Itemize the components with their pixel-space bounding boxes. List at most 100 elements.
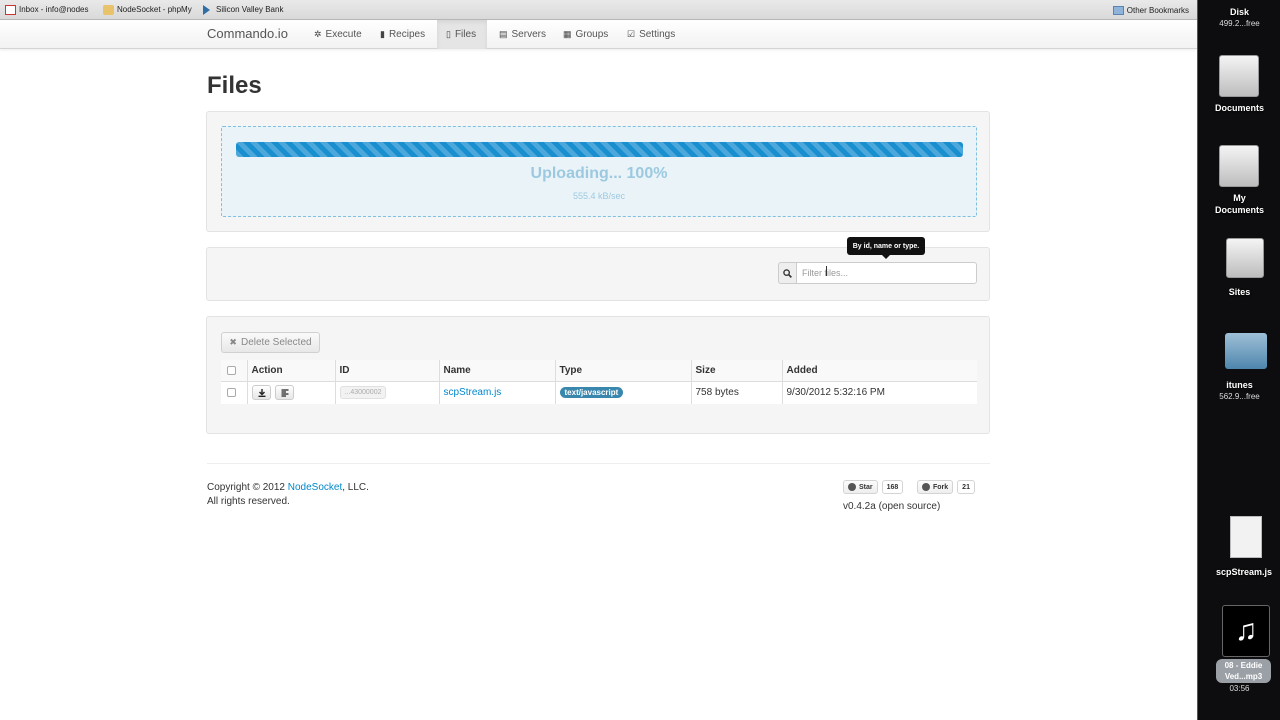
nav-settings[interactable]: ☑ Settings bbox=[618, 20, 684, 49]
file-id-badge: ...43000002 bbox=[339, 386, 387, 400]
my-documents-icon[interactable] bbox=[1219, 145, 1259, 187]
disk-label: Disk bbox=[1229, 7, 1249, 17]
column-header-id[interactable]: ID bbox=[335, 360, 440, 382]
phpmyadmin-icon bbox=[103, 4, 114, 15]
mp3-label: 08 - Eddie Ved...mp3 bbox=[1216, 659, 1271, 683]
bookmark-label: Inbox - info@nodes bbox=[19, 5, 89, 14]
bookmark-label: Silicon Valley Bank bbox=[216, 5, 284, 14]
nav-label: Recipes bbox=[388, 29, 426, 40]
grid-icon: ▦ bbox=[563, 29, 572, 39]
nav-label: Files bbox=[454, 29, 477, 40]
github-icon bbox=[848, 483, 856, 491]
row-name-cell: scpStream.js bbox=[439, 380, 556, 404]
sites-label: Sites bbox=[1228, 287, 1251, 297]
rights-reserved: All rights reserved. bbox=[207, 496, 290, 507]
upload-speed: 555.4 kB/sec bbox=[572, 191, 626, 201]
bookmark-phpmyadmin[interactable]: NodeSocket - phpMy bbox=[102, 0, 202, 20]
row-id-cell: ...43000002 bbox=[335, 380, 440, 404]
column-header-type[interactable]: Type bbox=[555, 360, 692, 382]
delete-selected-button[interactable]: ✖ Delete Selected bbox=[221, 332, 320, 353]
github-star: Star 168 bbox=[843, 480, 904, 494]
scpstream-label: scpStream.js bbox=[1216, 567, 1273, 577]
nav-execute[interactable]: ✲ Execute bbox=[305, 20, 371, 49]
bookmark-svb[interactable]: Silicon Valley Bank bbox=[202, 0, 302, 20]
view-button[interactable] bbox=[275, 385, 295, 401]
github-fork: Fork 21 bbox=[917, 480, 975, 494]
server-icon: ▤ bbox=[499, 29, 508, 39]
itunes-free: 562.9...free bbox=[1219, 392, 1260, 401]
folder-icon bbox=[1112, 5, 1124, 15]
navbar: Commando.io ✲ Execute ▮ Recipes ▯ Files … bbox=[0, 20, 1197, 49]
documents-label: Documents bbox=[1214, 103, 1264, 113]
bookmark-label: NodeSocket - phpMy bbox=[117, 5, 192, 14]
svb-icon bbox=[203, 4, 210, 15]
filter-group bbox=[778, 262, 977, 284]
download-button[interactable] bbox=[251, 385, 271, 401]
column-header-added[interactable]: Added bbox=[782, 360, 977, 382]
files-table: Action ID Name Type Size Added ...430000… bbox=[221, 360, 977, 404]
file-icon: ▯ bbox=[446, 29, 451, 39]
upload-progress-bar bbox=[236, 142, 963, 157]
other-bookmarks-label: Other Bookmarks bbox=[1126, 5, 1189, 15]
documents-icon[interactable] bbox=[1219, 55, 1259, 97]
bookmark-gmail[interactable]: Inbox - info@nodes bbox=[4, 0, 102, 20]
gmail-icon bbox=[5, 4, 16, 15]
row-select-cell bbox=[221, 380, 248, 404]
disk-free: 499.2...free bbox=[1219, 19, 1260, 28]
nav-label: Groups bbox=[575, 29, 609, 40]
nav-servers[interactable]: ▤ Servers bbox=[490, 20, 555, 49]
nav-files[interactable]: ▯ Files bbox=[437, 20, 487, 49]
files-panel: ✖ Delete Selected Action ID Name Type Si… bbox=[206, 316, 990, 434]
brand[interactable]: Commando.io bbox=[207, 26, 288, 41]
fork-label: Fork bbox=[933, 483, 949, 491]
js-file-icon[interactable] bbox=[1230, 516, 1262, 558]
nav-label: Execute bbox=[325, 29, 362, 40]
column-header-action: Action bbox=[247, 360, 336, 382]
other-bookmarks[interactable]: Other Bookmarks bbox=[1112, 0, 1189, 20]
desktop-sidebar: Disk 499.2...free Documents My Documents… bbox=[1197, 0, 1280, 720]
nav-recipes[interactable]: ▮ Recipes bbox=[371, 20, 434, 49]
nav-label: Servers bbox=[511, 29, 546, 40]
copyright: Copyright © 2012 NodeSocket, LLC. All ri… bbox=[207, 481, 369, 509]
star-count[interactable]: 168 bbox=[881, 480, 904, 494]
table-header-row: Action ID Name Type Size Added bbox=[221, 360, 977, 382]
star-label: Star bbox=[859, 483, 873, 491]
file-size: 758 bytes bbox=[691, 380, 783, 404]
copyright-line: Copyright © 2012 NodeSocket, LLC. bbox=[207, 481, 369, 495]
filter-panel bbox=[206, 247, 990, 301]
company-link[interactable]: NodeSocket bbox=[288, 482, 342, 493]
bookmarks-bar: Inbox - info@nodes NodeSocket - phpMy Si… bbox=[0, 0, 1197, 20]
select-all-cell bbox=[221, 360, 248, 382]
itunes-label: itunes bbox=[1226, 380, 1253, 390]
filter-tooltip: By id, name or type. bbox=[847, 237, 925, 259]
nav-groups[interactable]: ▦ Groups bbox=[554, 20, 617, 49]
fork-count[interactable]: 21 bbox=[957, 480, 975, 494]
footer-divider bbox=[207, 463, 990, 464]
column-header-size[interactable]: Size bbox=[691, 360, 783, 382]
copyright-suffix: , LLC. bbox=[342, 482, 369, 493]
select-all-checkbox[interactable] bbox=[227, 365, 236, 375]
progress-fill bbox=[236, 142, 963, 157]
drop-zone[interactable]: Uploading... 100% 555.4 kB/sec bbox=[221, 126, 977, 217]
file-type-badge: text/javascript bbox=[559, 387, 624, 399]
github-fork-button[interactable]: Fork bbox=[917, 480, 954, 494]
download-icon bbox=[258, 389, 265, 398]
version: v0.4.2a (open source) bbox=[843, 501, 941, 512]
sites-icon[interactable] bbox=[1226, 238, 1264, 278]
my-documents-label: My Documents bbox=[1214, 193, 1264, 215]
page-title: Files bbox=[207, 72, 262, 99]
align-left-icon bbox=[281, 389, 289, 397]
music-file-icon[interactable]: ♫ bbox=[1222, 605, 1270, 657]
book-icon: ▮ bbox=[380, 29, 385, 39]
file-added: 9/30/2012 5:32:16 PM bbox=[782, 380, 977, 404]
github-star-button[interactable]: Star bbox=[843, 480, 878, 494]
row-checkbox[interactable] bbox=[227, 388, 236, 398]
filter-files-input[interactable] bbox=[796, 262, 977, 284]
gear-icon: ✲ bbox=[314, 29, 322, 39]
row-type-cell: text/javascript bbox=[555, 380, 692, 404]
file-name-link[interactable]: scpStream.js bbox=[444, 387, 502, 398]
itunes-folder-icon[interactable] bbox=[1225, 333, 1267, 369]
row-actions bbox=[247, 380, 336, 404]
column-header-name[interactable]: Name bbox=[439, 360, 556, 382]
text-cursor bbox=[826, 266, 828, 276]
